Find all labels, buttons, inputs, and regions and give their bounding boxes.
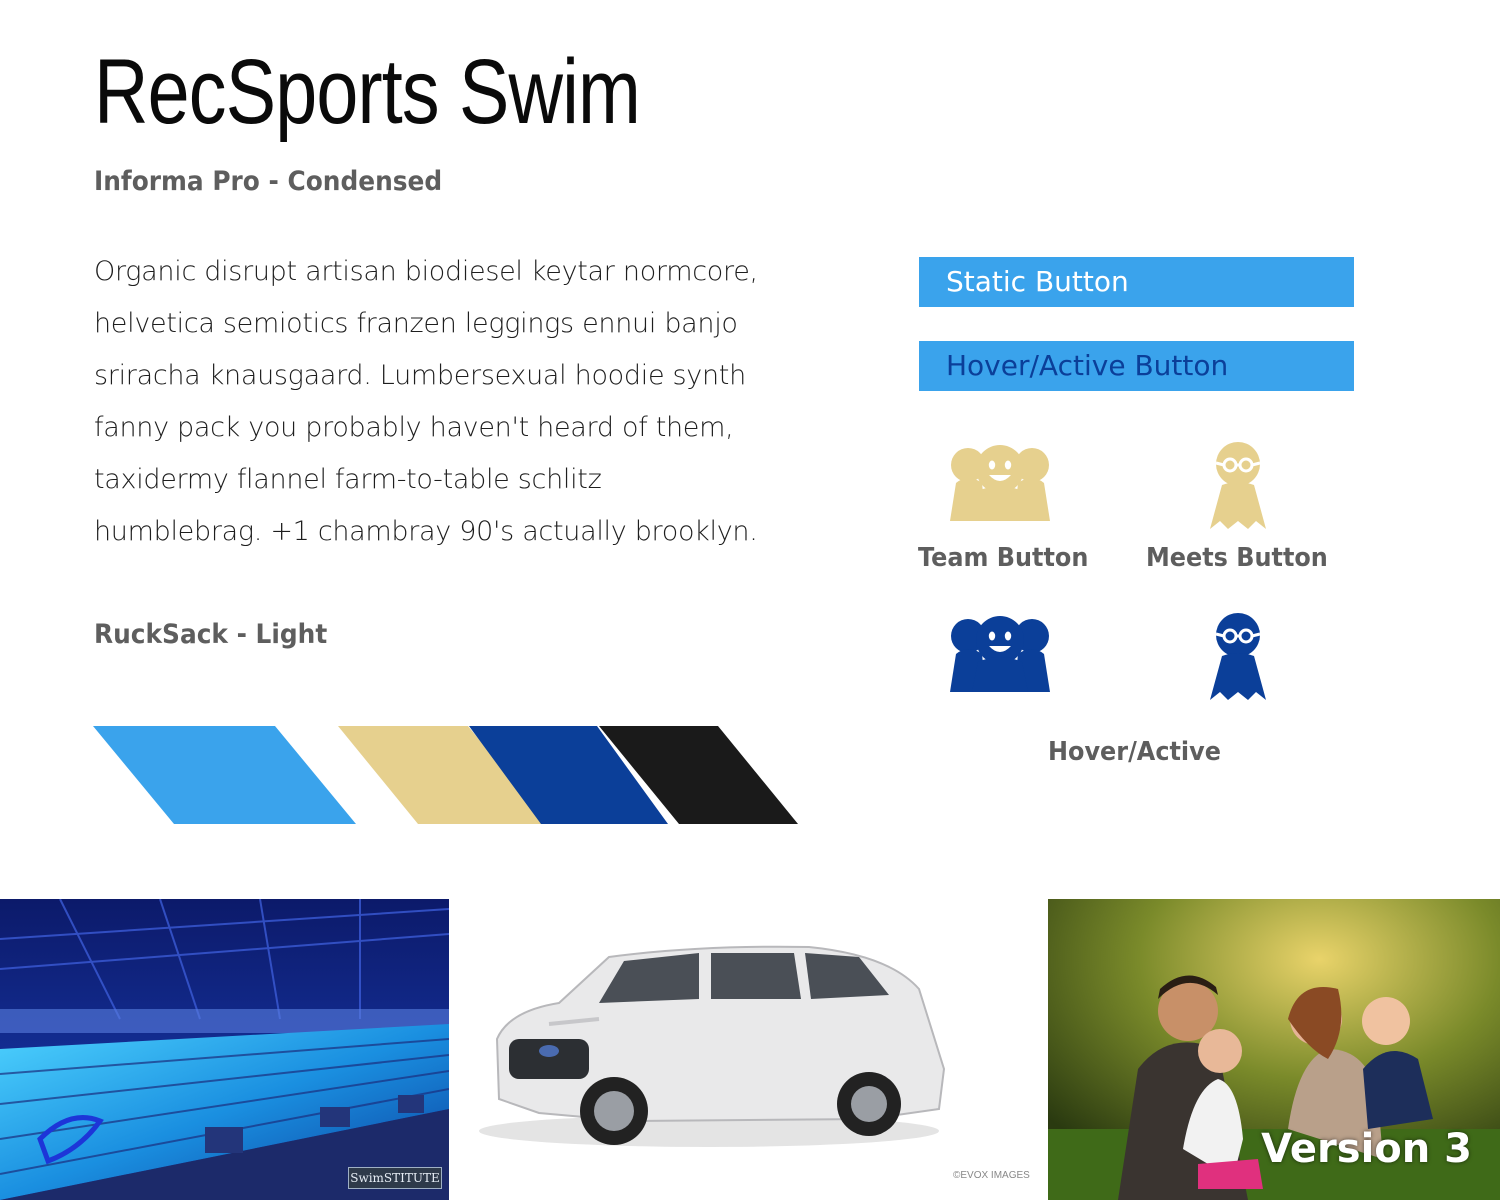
team-button-label: Team Button [918,543,1089,573]
pool-badge: SwimSTITUTE [348,1167,442,1189]
hover-active-button[interactable]: Hover/Active Button [919,341,1354,391]
body-line: taxidermy flannel farm-to-table schlitz [94,464,602,495]
swimmer-icon[interactable] [1208,612,1268,702]
team-icon[interactable] [948,443,1052,523]
body-line: Organic disrupt artisan biodiesel keytar… [94,256,758,287]
body-line: helvetica semiotics franzen leggings enn… [94,308,738,339]
title-font-label: Informa Pro - Condensed [94,166,443,197]
page-title: RecSports Swim [94,41,641,143]
static-button[interactable]: Static Button [919,257,1354,307]
hover-active-label: Hover/Active [1048,737,1221,767]
team-icon[interactable] [948,614,1052,694]
pool-photo [0,899,449,1200]
body-line: sriracha knausgaard. Lumbersexual hoodie… [94,360,746,391]
swimmer-icon[interactable] [1208,441,1268,531]
body-line: fanny pack you probably haven't heard of… [94,412,734,443]
version-label: Version 3 [1261,1126,1472,1172]
body-text-sample: Organic disrupt artisan biodiesel keytar… [94,246,814,558]
car-photo-credit: ©EVOX IMAGES [953,1170,1030,1181]
car-photo [449,899,1048,1200]
body-font-label: RuckSack - Light [94,619,328,650]
meets-button-label: Meets Button [1146,543,1328,573]
color-palette [93,726,798,824]
swatch-light-blue [93,726,356,824]
body-line: humblebrag. +1 chambray 90's actually br… [94,516,758,547]
